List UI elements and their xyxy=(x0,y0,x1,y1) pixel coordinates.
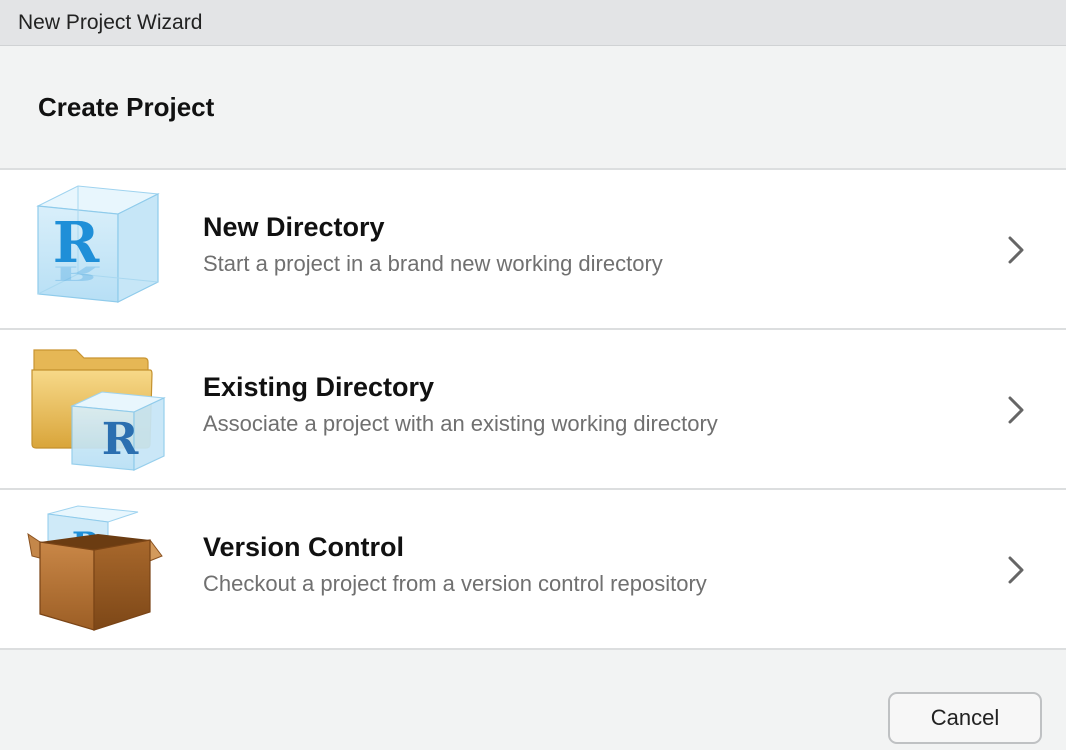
option-description: Associate a project with an existing wor… xyxy=(203,411,718,436)
chevron-right-icon xyxy=(1004,392,1028,428)
r-cube-icon: R R xyxy=(26,184,166,314)
chevron-right-icon xyxy=(1004,552,1028,588)
option-label: Version Control xyxy=(203,532,405,562)
option-existing-directory[interactable]: R Existing Directory Associate a project… xyxy=(0,330,1066,490)
option-description: Checkout a project from a version contro… xyxy=(203,571,707,596)
option-label: Existing Directory xyxy=(203,372,435,402)
wizard-footer: Cancel xyxy=(0,652,1066,750)
svg-text:R: R xyxy=(53,262,101,285)
option-new-directory[interactable]: R R New Directory Start a project in a b… xyxy=(0,170,1066,330)
wizard-header: Create Project xyxy=(0,46,1066,170)
svg-text:R: R xyxy=(102,414,139,465)
box-r-cube-icon: R xyxy=(26,504,166,634)
option-description: Start a project in a brand new working d… xyxy=(203,251,663,276)
option-label: New Directory xyxy=(203,212,385,242)
chevron-right-icon xyxy=(1004,232,1028,268)
project-type-list: R R New Directory Start a project in a b… xyxy=(0,170,1066,650)
page-title: Create Project xyxy=(38,91,215,122)
title-bar: New Project Wizard xyxy=(0,0,1066,46)
option-text: Existing Directory Associate a project w… xyxy=(203,370,718,438)
cancel-button[interactable]: Cancel xyxy=(888,692,1042,744)
option-text: New Directory Start a project in a brand… xyxy=(203,210,663,278)
new-project-wizard-window: New Project Wizard Create Project R R Ne… xyxy=(0,0,1066,750)
window-title: New Project Wizard xyxy=(18,10,203,34)
folder-r-cube-icon: R xyxy=(26,344,166,474)
option-text: Version Control Checkout a project from … xyxy=(203,530,707,598)
option-version-control[interactable]: R Version Control Checkout a project fro… xyxy=(0,490,1066,650)
